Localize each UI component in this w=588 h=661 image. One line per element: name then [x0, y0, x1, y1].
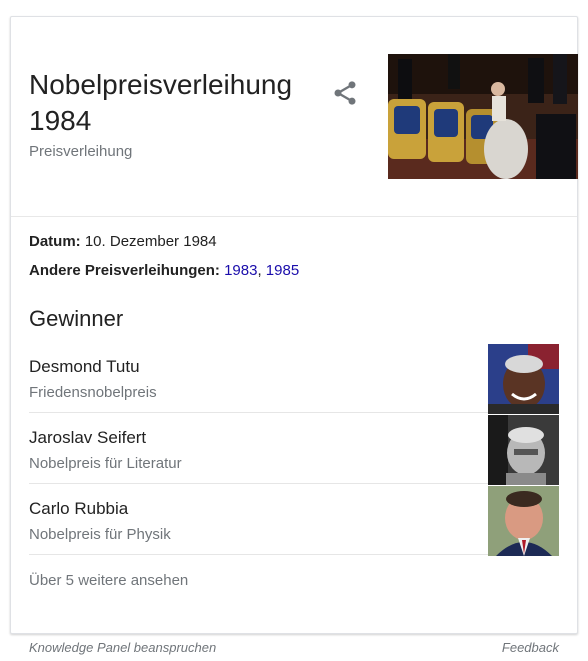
- ceremony-photo[interactable]: [388, 54, 578, 179]
- winner-prize: Nobelpreis für Literatur: [29, 455, 182, 472]
- winners-list: Desmond Tutu Friedensnobelpreis Jaroslav…: [29, 342, 559, 556]
- page-title: Nobelpreisverleihung 1984: [29, 69, 293, 136]
- facts-section: Datum: 10. Dezember 1984 Andere Preisver…: [29, 227, 299, 285]
- knowledge-panel: Nobelpreisverleihung 1984 Preisverleihun…: [10, 16, 578, 634]
- winner-photo[interactable]: [488, 344, 559, 414]
- claim-panel-link[interactable]: Knowledge Panel beanspruchen: [29, 640, 216, 655]
- winner-prize: Friedensnobelpreis: [29, 384, 157, 401]
- fact-other-awards: Andere Preisverleihungen: 1983, 1985: [29, 256, 299, 285]
- share-icon[interactable]: [331, 79, 359, 107]
- winner-name: Desmond Tutu: [29, 357, 140, 376]
- link-separator: ,: [257, 262, 266, 279]
- winner-name: Carlo Rubbia: [29, 499, 129, 518]
- list-item-rubbia[interactable]: Carlo Rubbia Nobelpreis für Physik: [29, 484, 559, 556]
- list-item-tutu[interactable]: Desmond Tutu Friedensnobelpreis: [29, 342, 559, 414]
- fact-date: Datum: 10. Dezember 1984: [29, 227, 299, 256]
- panel-subtitle: Preisverleihung: [29, 143, 133, 160]
- winner-name: Jaroslav Seifert: [29, 428, 147, 447]
- link-1985[interactable]: 1985: [266, 262, 299, 279]
- winners-heading: Gewinner: [29, 306, 124, 331]
- see-more-link[interactable]: Über 5 weitere ansehen: [29, 572, 188, 589]
- winner-photo[interactable]: [488, 486, 559, 556]
- list-item-seifert[interactable]: Jaroslav Seifert Nobelpreis für Literatu…: [29, 413, 559, 485]
- feedback-link[interactable]: Feedback: [502, 640, 559, 655]
- fact-other-label: Andere Preisverleihungen:: [29, 262, 220, 279]
- fact-date-label: Datum:: [29, 233, 81, 250]
- winner-photo[interactable]: [488, 415, 559, 485]
- fact-date-value: 10. Dezember 1984: [84, 233, 217, 250]
- link-1983[interactable]: 1983: [224, 262, 257, 279]
- winner-prize: Nobelpreis für Physik: [29, 526, 171, 543]
- panel-header: Nobelpreisverleihung 1984 Preisverleihun…: [11, 17, 578, 217]
